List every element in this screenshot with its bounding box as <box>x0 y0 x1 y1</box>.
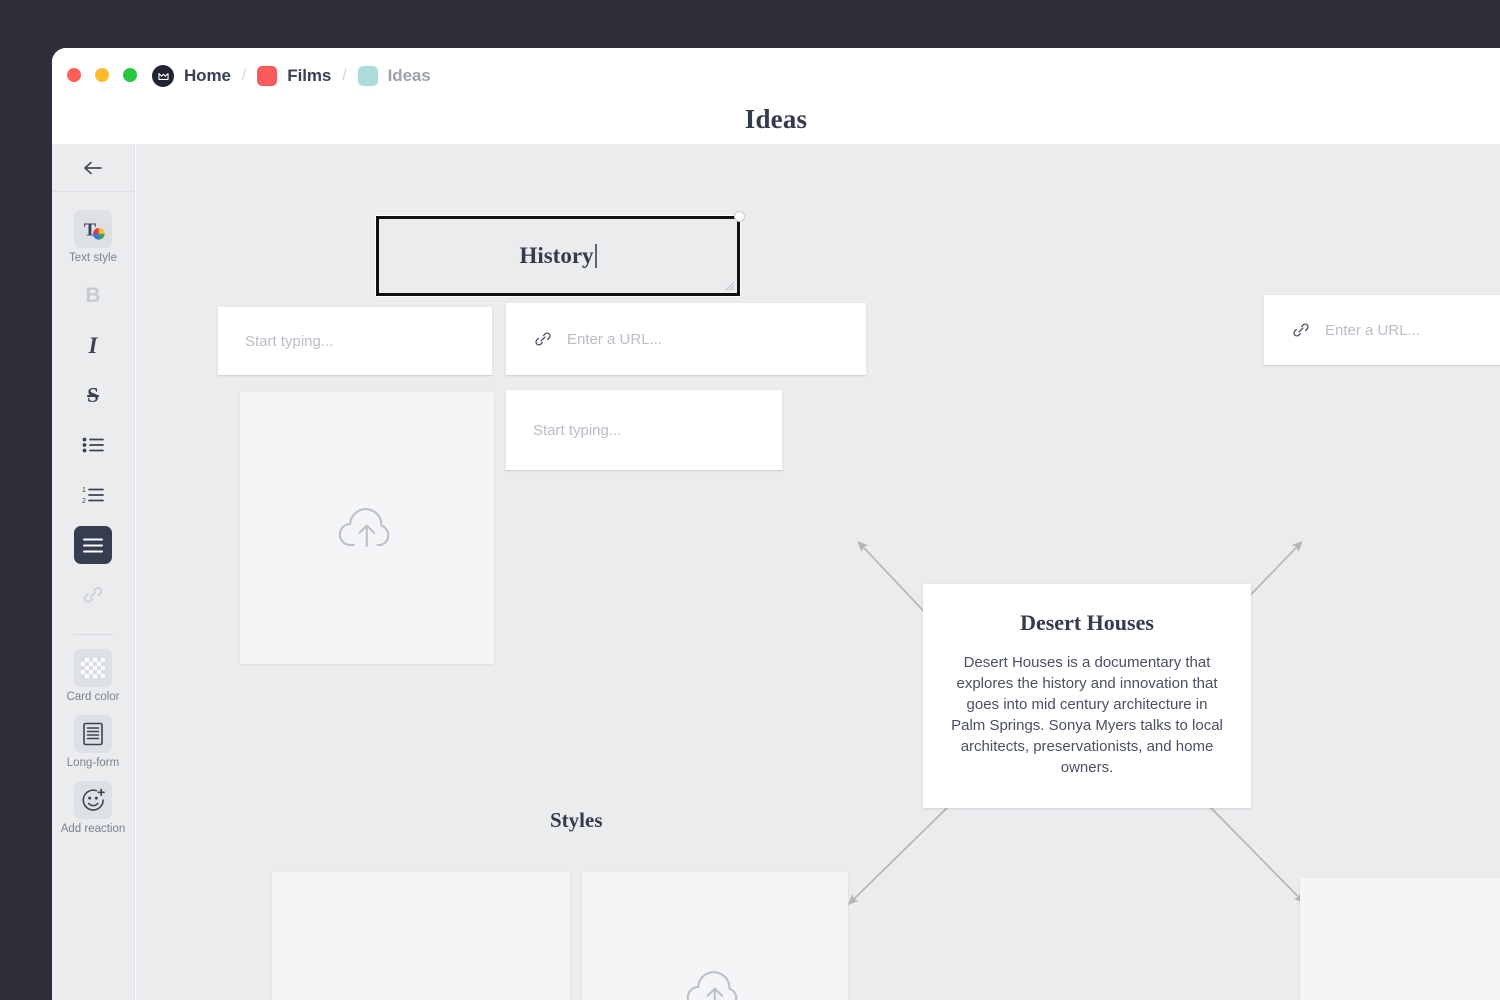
toolbar-item-bulleted-list[interactable] <box>52 420 135 470</box>
card-image-upload-2[interactable] <box>272 872 570 1000</box>
text-caret <box>595 244 597 268</box>
link-icon <box>533 329 553 349</box>
bulleted-list-icon <box>74 426 112 464</box>
window-minimize-button[interactable] <box>95 68 109 82</box>
toolbar-item-link[interactable] <box>52 570 135 620</box>
card-note-empty-2[interactable]: Start typing... <box>506 390 782 470</box>
breadcrumb-swatch-films <box>257 66 277 86</box>
board-canvas[interactable]: Styles History Start typing... <box>136 144 1500 1000</box>
window-close-button[interactable] <box>67 68 81 82</box>
svg-text:1: 1 <box>82 487 86 494</box>
breadcrumb-separator: / <box>331 67 357 85</box>
url-placeholder: Enter a URL... <box>1325 322 1420 339</box>
breadcrumb-separator: / <box>231 67 257 85</box>
card-link-empty-1[interactable]: Enter a URL... <box>506 303 866 375</box>
arrow-left-icon <box>83 161 103 175</box>
card-history-note[interactable]: History <box>376 216 740 296</box>
breadcrumb-label-home: Home <box>184 66 231 86</box>
breadcrumb-label-ideas: Ideas <box>388 66 431 86</box>
toolbar-label-long-form: Long-form <box>67 757 119 769</box>
card-desert-houses[interactable]: Desert Houses Desert Houses is a documen… <box>923 584 1251 808</box>
window-traffic-lights <box>67 68 137 82</box>
bold-icon: B <box>74 276 112 314</box>
toolbar-item-bold[interactable]: B <box>52 270 135 320</box>
toolbar-item-long-form[interactable]: Long-form <box>52 709 135 775</box>
breadcrumb-swatch-ideas <box>358 66 378 86</box>
resize-grip-icon[interactable] <box>723 279 735 291</box>
text-style-icon: T <box>74 210 112 248</box>
breadcrumb-item-films[interactable]: Films <box>257 61 331 91</box>
breadcrumb: Home / Films / Ideas <box>152 61 431 91</box>
link-icon <box>74 576 112 614</box>
selection-handle[interactable] <box>734 211 745 222</box>
link-icon <box>1291 320 1311 340</box>
cloud-upload-icon <box>337 504 397 552</box>
toolbar-item-card-color[interactable]: Card color <box>52 643 135 709</box>
toolbar-item-strikethrough[interactable]: S <box>52 370 135 420</box>
toolbar-label-text-style: Text style <box>69 252 117 264</box>
strikethrough-icon: S <box>74 376 112 414</box>
card-image-upload-1[interactable] <box>240 392 494 664</box>
smiley-plus-icon <box>74 781 112 819</box>
image-drop-area[interactable] <box>582 872 848 1000</box>
card-image-upload-4[interactable] <box>1300 878 1500 1000</box>
app-body: T Text style B <box>52 144 1500 1000</box>
long-form-icon <box>74 715 112 753</box>
url-placeholder: Enter a URL... <box>567 331 662 348</box>
card-note-empty-1[interactable]: Start typing... <box>218 307 492 375</box>
card-history-text: History <box>519 243 593 269</box>
card-color-icon <box>74 649 112 687</box>
toolbar-item-italic[interactable]: I <box>52 320 135 370</box>
numbered-list-icon: 1 2 <box>74 476 112 514</box>
arrow-down-right <box>1207 804 1303 902</box>
section-heading-styles: Styles <box>550 808 603 833</box>
breadcrumb-item-ideas[interactable]: Ideas <box>358 61 431 91</box>
card-link-empty-2[interactable]: Enter a URL... <box>1264 295 1500 365</box>
breadcrumb-item-home[interactable]: Home <box>152 61 231 91</box>
page-title: Ideas <box>52 104 1500 135</box>
window-titlebar: Home / Films / Ideas Ideas <box>52 48 1500 144</box>
toolbar-item-align[interactable] <box>52 520 135 570</box>
window-zoom-button[interactable] <box>123 68 137 82</box>
align-icon <box>74 526 112 564</box>
toolbar-back-button[interactable] <box>52 144 134 192</box>
toolbar-label-card-color: Card color <box>66 691 119 703</box>
formatting-toolbar: T Text style B <box>52 144 135 1000</box>
card-desert-houses-body: Desert Houses is a documentary that expl… <box>951 652 1223 778</box>
card-image-upload-3[interactable]: Add a caption <box>582 872 848 1000</box>
toolbar-item-numbered-list[interactable]: 1 2 <box>52 470 135 520</box>
cloud-upload-icon <box>685 967 745 1000</box>
breadcrumb-label-films: Films <box>287 66 331 86</box>
toolbar-item-add-reaction[interactable]: Add reaction <box>52 775 135 841</box>
note-placeholder: Start typing... <box>533 422 621 439</box>
italic-icon: I <box>74 326 112 364</box>
toolbar-item-text-style[interactable]: T Text style <box>52 204 135 270</box>
milanote-logo-icon <box>152 65 174 87</box>
toolbar-divider <box>73 634 113 635</box>
note-placeholder: Start typing... <box>245 333 333 350</box>
arrow-down-left <box>849 804 951 904</box>
svg-text:2: 2 <box>82 498 86 504</box>
card-desert-houses-title: Desert Houses <box>951 610 1223 636</box>
app-window: Home / Films / Ideas Ideas <box>52 48 1500 1000</box>
toolbar-label-add-reaction: Add reaction <box>61 823 126 835</box>
